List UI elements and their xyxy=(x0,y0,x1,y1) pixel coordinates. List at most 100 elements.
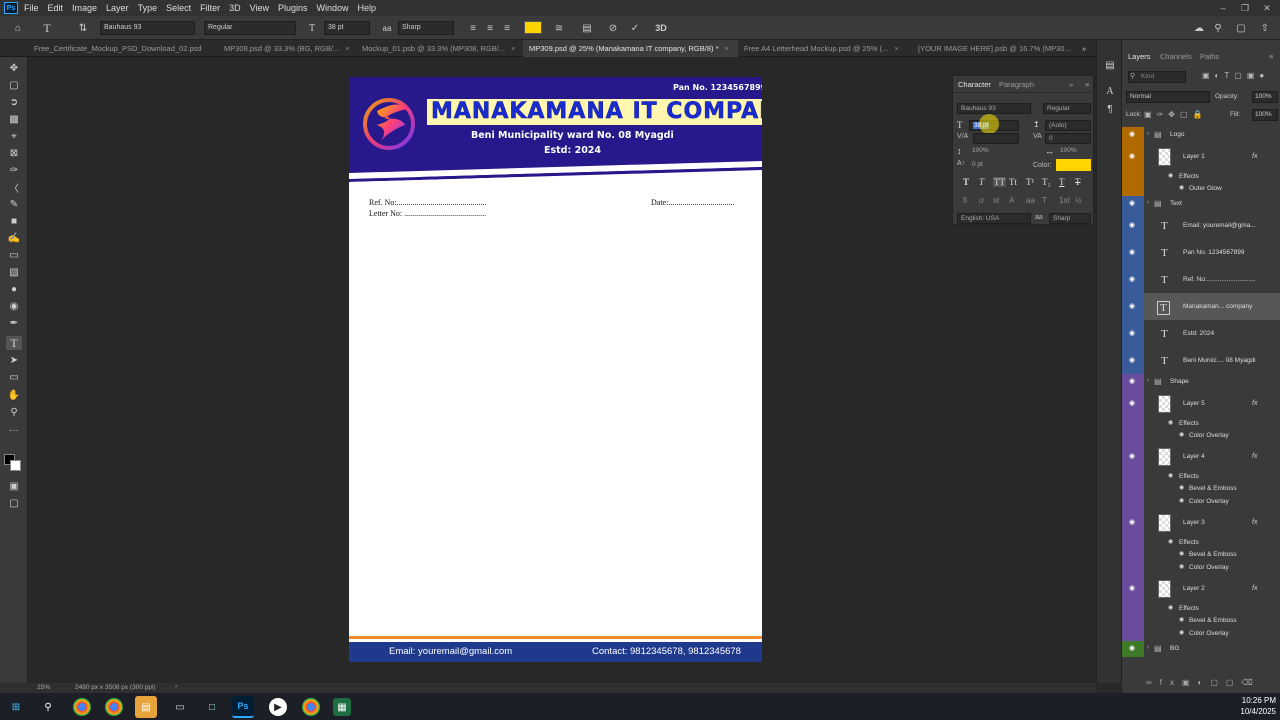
collapse-panel-icon[interactable]: » xyxy=(1069,80,1073,89)
layer-row-text[interactable]: ◉ T Ref. No:........................... xyxy=(1122,266,1280,293)
zoom-tool-icon[interactable]: ⚲ xyxy=(6,405,22,419)
group-chevron-icon[interactable]: › xyxy=(1147,200,1149,206)
tracking-field[interactable]: 0 xyxy=(1045,133,1091,144)
layer-effects-fx-icon[interactable]: fx xyxy=(1252,519,1257,526)
effects-visibility-icon[interactable]: ◉ xyxy=(1168,604,1173,611)
zoom-level[interactable]: 25% xyxy=(37,684,50,691)
ordinals-icon[interactable]: 1st xyxy=(1059,196,1070,205)
file-explorer-icon[interactable]: ▤ xyxy=(135,696,157,718)
layer-row-text[interactable]: ◉ T Beni Munici.... 08 Myagdi xyxy=(1122,347,1280,374)
paragraph-panel-icon[interactable]: ¶ xyxy=(1102,102,1118,116)
tab-close-icon[interactable]: × xyxy=(894,44,898,53)
healing-brush-tool-icon[interactable]: 〈 xyxy=(6,180,22,195)
fractions-icon[interactable]: ½ xyxy=(1075,196,1082,205)
tab-a4-letterhead-mockup[interactable]: Free A4 Letterhead Mockup.psd @ 25% (...… xyxy=(738,40,912,57)
group-chevron-icon[interactable]: › xyxy=(1147,378,1149,384)
titling-alternates-icon[interactable]: aa xyxy=(1026,196,1035,205)
gradient-tool-icon[interactable]: ▧ xyxy=(6,265,22,279)
layer-row-text[interactable]: ◉ T Email: youremail@gma... xyxy=(1122,212,1280,239)
dodge-tool-icon[interactable]: ◉ xyxy=(6,299,22,313)
tab-close-icon[interactable]: × xyxy=(511,44,515,53)
app-icon[interactable]: □ xyxy=(203,698,221,716)
layer-row-effect[interactable]: ◉ Color Overlay xyxy=(1122,496,1280,509)
effect-visibility-icon[interactable]: ◉ xyxy=(1179,550,1184,557)
pen-tool-icon[interactable]: ✒ xyxy=(6,316,22,330)
layer-actions-icons[interactable]: ∞fx▣◐▢▢⌫ xyxy=(1146,678,1261,687)
visibility-eye-icon[interactable]: ◉ xyxy=(1129,377,1135,385)
cloud-icon[interactable]: ☁ xyxy=(1192,21,1206,35)
layer-filter-search[interactable]: Kind xyxy=(1128,71,1186,83)
menu-edit[interactable]: Edit xyxy=(48,3,64,13)
font-style-field[interactable]: Regular xyxy=(1043,103,1091,114)
stylistic-alternates-icon[interactable]: A xyxy=(1009,196,1014,205)
tab-paragraph[interactable]: Paragraph xyxy=(999,80,1034,89)
antialias-select[interactable]: Sharp xyxy=(1049,213,1091,224)
tab-mp309-active[interactable]: MP309.psd @ 25% (Manakamana IT company, … xyxy=(523,40,738,57)
visibility-eye-icon[interactable]: ◉ xyxy=(1129,584,1135,592)
eyedropper-tool-icon[interactable]: ✑ xyxy=(6,163,22,177)
share-icon[interactable]: ⇧ xyxy=(1258,21,1272,35)
underline-icon[interactable]: T xyxy=(1059,177,1065,187)
effect-visibility-icon[interactable]: ◉ xyxy=(1179,629,1184,636)
effects-visibility-icon[interactable]: ◉ xyxy=(1168,472,1173,479)
layer-row-text[interactable]: ◉ T Manakaman... company xyxy=(1122,293,1280,320)
tab-paths[interactable]: Paths xyxy=(1200,52,1219,61)
minimize-icon[interactable]: – xyxy=(1212,0,1234,16)
faux-italic-icon[interactable]: T xyxy=(979,177,984,187)
contextual-alternates-icon[interactable]: T xyxy=(1042,196,1047,205)
subscript-icon[interactable]: T₁ xyxy=(1042,177,1051,187)
horizontal-scale-field[interactable]: 100% xyxy=(1057,146,1091,157)
visibility-eye-icon[interactable]: ◉ xyxy=(1129,248,1135,256)
clone-stamp-tool-icon[interactable]: ■ xyxy=(6,214,22,228)
3d-icon[interactable]: 3D xyxy=(654,21,668,35)
clock-date[interactable]: 10/4/2025 xyxy=(1228,707,1276,716)
kerning-field[interactable] xyxy=(973,133,1019,144)
status-expand-icon[interactable]: › xyxy=(175,683,177,690)
type-tool-icon[interactable]: T xyxy=(6,336,22,350)
photoshop-taskbar-icon[interactable]: Ps xyxy=(232,696,254,718)
layer-row-text[interactable]: ◉ T Pan No. 1234567899 xyxy=(1122,239,1280,266)
visibility-eye-icon[interactable]: ◉ xyxy=(1129,152,1135,160)
menu-view[interactable]: View xyxy=(250,3,269,13)
menu-3d[interactable]: 3D xyxy=(229,3,241,13)
align-right-icon[interactable]: ≡ xyxy=(500,21,514,35)
layer-effects-fx-icon[interactable]: fx xyxy=(1252,453,1257,460)
visibility-eye-icon[interactable]: ◉ xyxy=(1129,221,1135,229)
layer-row-effect[interactable]: ◉ Color Overlay xyxy=(1122,430,1280,443)
group-chevron-icon[interactable]: › xyxy=(1147,131,1149,137)
artboard-tool-icon[interactable]: ▢ xyxy=(6,78,22,92)
menu-window[interactable]: Window xyxy=(317,3,349,13)
search-icon[interactable]: ⚲ xyxy=(1211,21,1225,35)
visibility-eye-icon[interactable]: ◉ xyxy=(1129,518,1135,526)
baseline-shift-field[interactable]: 0 pt xyxy=(969,160,1019,171)
lasso-tool-icon[interactable]: ➲ xyxy=(6,95,22,109)
task-view-icon[interactable]: ▭ xyxy=(171,698,189,716)
strikethrough-icon[interactable]: T xyxy=(1075,177,1081,187)
font-family-select[interactable]: Bauhaus 93 xyxy=(100,21,195,35)
eraser-tool-icon[interactable]: ▭ xyxy=(6,248,22,262)
effect-visibility-icon[interactable]: ◉ xyxy=(1179,484,1184,491)
visibility-eye-icon[interactable]: ◉ xyxy=(1129,275,1135,283)
visibility-eye-icon[interactable]: ◉ xyxy=(1129,356,1135,364)
layer-row-effects[interactable]: ◉ Effects xyxy=(1122,171,1280,183)
blend-mode-select[interactable]: Normal xyxy=(1126,91,1210,103)
menu-help[interactable]: Help xyxy=(358,3,377,13)
type-tool-preset-icon[interactable]: T xyxy=(40,21,54,35)
tab-mp308[interactable]: MP308.psd @ 33.3% (BG, RGB/... × xyxy=(218,40,356,57)
home-icon[interactable]: ⌂ xyxy=(11,21,25,35)
menu-type[interactable]: Type xyxy=(138,3,158,13)
tab-your-image-here[interactable]: [YOUR IMAGE HERE].psb @ 16.7% (MP30... xyxy=(912,40,1076,57)
layer-row-group[interactable]: ◉ › ▤ Shape xyxy=(1122,374,1280,390)
visibility-eye-icon[interactable]: ◉ xyxy=(1129,130,1135,138)
layer-effects-fx-icon[interactable]: fx xyxy=(1252,400,1257,407)
rectangle-tool-icon[interactable]: ▭ xyxy=(6,370,22,384)
effect-visibility-icon[interactable]: ◉ xyxy=(1179,497,1184,504)
visibility-eye-icon[interactable]: ◉ xyxy=(1129,399,1135,407)
text-color-swatch[interactable] xyxy=(524,21,542,34)
character-color-swatch[interactable] xyxy=(1056,159,1091,171)
menu-file[interactable]: File xyxy=(24,3,39,13)
opacity-field[interactable]: 100% xyxy=(1252,91,1278,103)
effect-visibility-icon[interactable]: ◉ xyxy=(1179,431,1184,438)
character-panel-toggle-icon[interactable]: ▤ xyxy=(580,21,594,35)
layer-row-effect[interactable]: ◉ Bevel & Emboss xyxy=(1122,615,1280,628)
